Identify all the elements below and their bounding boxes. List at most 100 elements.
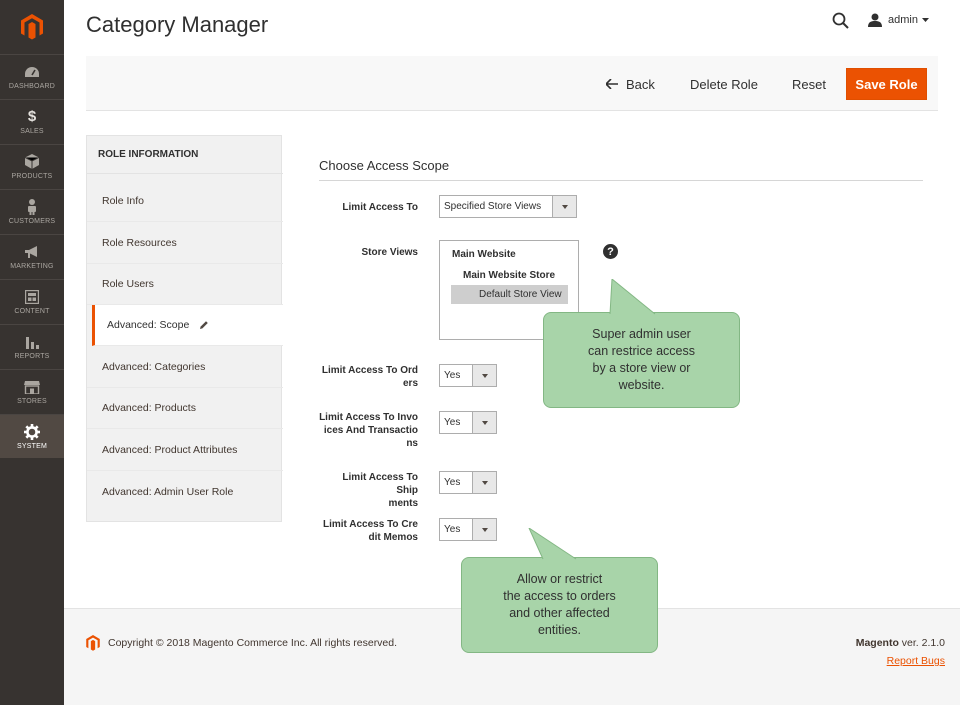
page-title: Category Manager: [86, 12, 269, 37]
help-icon[interactable]: ?: [603, 244, 618, 259]
footer-version-number: ver. 2.1.0: [898, 637, 945, 649]
limit-access-to-select[interactable]: Specified Store Views: [439, 195, 577, 218]
sidebar-item-label: CONTENT: [14, 307, 50, 315]
sidebar-item-label: PRODUCTS: [11, 172, 53, 180]
store-views-website-group: Main Website: [452, 249, 516, 260]
user-icon: [868, 13, 882, 27]
tab-advanced-products[interactable]: Advanced: Products: [87, 388, 283, 429]
label-line: ers: [402, 378, 418, 389]
tab-role-info[interactable]: Role Info: [87, 181, 283, 222]
limit-access-orders-label: Limit Access To Ord ers: [318, 364, 418, 390]
label-line: ments: [388, 498, 418, 509]
user-name: admin: [888, 14, 918, 26]
dashboard-icon: [24, 64, 40, 80]
footer-copyright: Copyright © 2018 Magento Commerce Inc. A…: [108, 637, 398, 649]
magento-footer-logo-icon: [86, 635, 100, 651]
callout-line: by a store view or: [592, 361, 691, 375]
back-button-label: Back: [626, 76, 655, 92]
tab-advanced-scope[interactable]: Advanced: Scope: [92, 305, 283, 346]
section-divider: [319, 180, 923, 181]
magento-logo-icon: [21, 14, 43, 40]
sidebar-item-system[interactable]: SYSTEM: [0, 414, 64, 458]
arrow-left-icon: [606, 79, 618, 89]
reset-button[interactable]: Reset: [792, 68, 826, 100]
sidebar-item-label: DASHBOARD: [8, 82, 56, 90]
footer-brand: Magento: [855, 637, 899, 649]
chevron-down-icon: [472, 472, 496, 493]
limit-access-invoices-select[interactable]: Yes: [439, 411, 497, 434]
admin-sidebar: DASHBOARD $ SALES PRODUCTS CUSTOMERS MAR…: [0, 0, 64, 705]
callout-access-text: Allow or restrict the access to orders a…: [503, 571, 616, 639]
limit-access-credit-memos-value: Yes: [444, 524, 461, 535]
user-menu[interactable]: admin: [868, 13, 929, 27]
limit-access-credit-memos-label: Limit Access To Cre dit Memos: [318, 518, 418, 544]
sidebar-item-customers[interactable]: CUSTOMERS: [0, 189, 64, 233]
callout-line: entities.: [537, 623, 582, 637]
tab-advanced-scope-label: Advanced: Scope: [107, 319, 190, 331]
chevron-down-icon: [552, 196, 576, 217]
sidebar-item-label: SALES: [20, 127, 44, 135]
callout-line: Super admin user: [592, 327, 691, 341]
label-line: ns: [406, 438, 418, 449]
store-view-option-default[interactable]: Default Store View: [451, 285, 568, 304]
sidebar-item-reports[interactable]: REPORTS: [0, 324, 64, 368]
tab-advanced-product-attributes[interactable]: Advanced: Product Attributes: [87, 430, 283, 471]
sidebar-item-marketing[interactable]: MARKETING: [0, 234, 64, 278]
chevron-down-icon: [472, 365, 496, 386]
back-button[interactable]: Back: [606, 68, 655, 100]
sidebar-item-label: CUSTOMERS: [8, 217, 56, 225]
limit-access-orders-select[interactable]: Yes: [439, 364, 497, 387]
layout-icon: [24, 289, 40, 305]
callout-line: Allow or restrict: [516, 572, 603, 586]
limit-access-credit-memos-select[interactable]: Yes: [439, 518, 497, 541]
sidebar-item-sales[interactable]: $ SALES: [0, 99, 64, 143]
sidebar-item-label: SYSTEM: [17, 442, 47, 450]
gear-icon: [24, 423, 40, 440]
role-information-tabs: ROLE INFORMATION Role Info Role Resource…: [86, 135, 283, 522]
section-title: Choose Access Scope: [319, 158, 450, 173]
sidebar-item-label: MARKETING: [10, 262, 54, 270]
callout-scope: Super admin user can restrice access by …: [543, 279, 740, 408]
sidebar-item-products[interactable]: PRODUCTS: [0, 144, 64, 188]
tab-advanced-categories[interactable]: Advanced: Categories: [87, 347, 283, 388]
label-line: Limit Access To Ord: [321, 365, 418, 376]
label-line: dit Memos: [368, 532, 418, 543]
cube-icon: [24, 154, 40, 170]
tabs-title: ROLE INFORMATION: [87, 136, 283, 174]
save-role-button[interactable]: Save Role: [846, 68, 927, 100]
footer-version: Magento ver. 2.1.0: [856, 637, 945, 649]
dollar-icon: $: [27, 108, 37, 125]
label-line: Limit Access To Ship: [342, 472, 418, 496]
limit-access-to-value: Specified Store Views: [444, 201, 542, 212]
sidebar-item-content[interactable]: CONTENT: [0, 279, 64, 323]
limit-access-orders-value: Yes: [444, 370, 461, 381]
store-views-store-group: Main Website Store: [463, 270, 556, 281]
limit-access-shipments-select[interactable]: Yes: [439, 471, 497, 494]
callout-access: Allow or restrict the access to orders a…: [461, 528, 658, 653]
tab-role-users[interactable]: Role Users: [87, 264, 283, 305]
tab-advanced-admin-user-role[interactable]: Advanced: Admin User Role: [87, 471, 283, 512]
megaphone-icon: [24, 244, 40, 260]
limit-access-shipments-value: Yes: [444, 477, 461, 488]
sidebar-item-dashboard[interactable]: DASHBOARD: [0, 54, 64, 98]
pencil-icon: [200, 321, 209, 329]
search-button[interactable]: [832, 12, 852, 32]
callout-line: can restrice access: [588, 344, 695, 358]
callout-line: the access to orders: [503, 589, 616, 603]
callout-scope-text: Super admin user can restrice access by …: [588, 326, 695, 394]
chevron-down-icon: [472, 412, 496, 433]
limit-access-shipments-label: Limit Access To Ship ments: [318, 471, 418, 510]
sidebar-item-label: REPORTS: [14, 352, 50, 360]
limit-access-invoices-label: Limit Access To Invo ices And Transactio…: [318, 411, 418, 450]
sidebar-item-stores[interactable]: STORES: [0, 369, 64, 413]
tab-role-resources[interactable]: Role Resources: [87, 223, 283, 264]
callout-pointer: [528, 528, 577, 560]
search-icon: [832, 12, 849, 29]
storefront-icon: [24, 379, 40, 395]
magento-logo[interactable]: [0, 0, 64, 54]
chevron-down-icon: [472, 519, 496, 540]
report-bugs-link[interactable]: Report Bugs: [887, 655, 945, 667]
delete-role-button[interactable]: Delete Role: [690, 68, 758, 100]
page-actions-bar: Back Delete Role Reset Save Role: [86, 56, 938, 111]
limit-access-invoices-value: Yes: [444, 417, 461, 428]
